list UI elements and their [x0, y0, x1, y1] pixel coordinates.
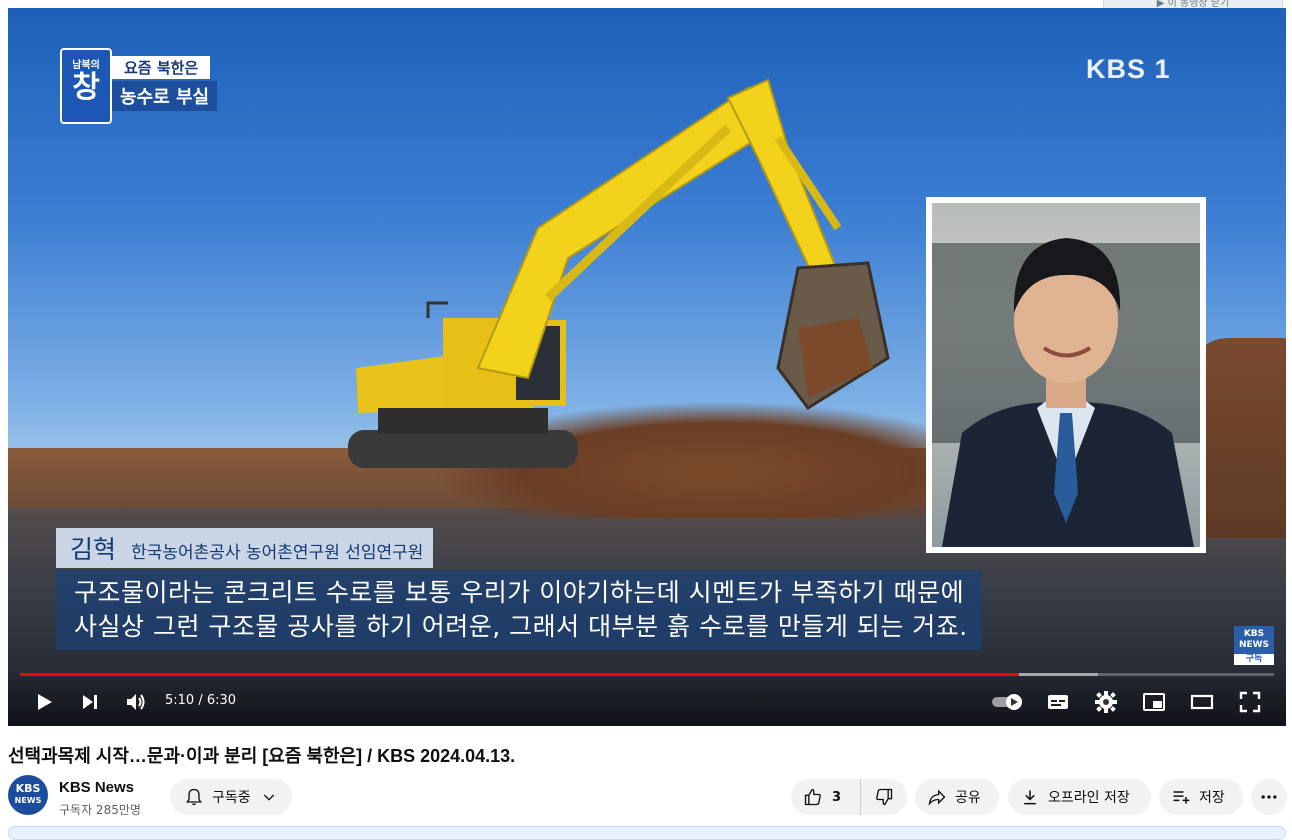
theater-icon[interactable] — [1190, 690, 1214, 714]
kbs-news-watermark: KBS NEWS 구독 — [1234, 626, 1274, 665]
lower-third: 김혁 한국농어촌공사 농어촌연구원 선임연구원 구조물이라는 콘크리트 수로를 … — [56, 528, 1226, 650]
subscribe-label: 구독중 — [212, 790, 251, 806]
chevron-down-icon — [263, 794, 274, 801]
thumbs-up-icon — [804, 788, 821, 806]
caption-box: 구조물이라는 콘크리트 수로를 보통 우리가 이야기하는데 시멘트가 부족하기 … — [56, 570, 982, 650]
more-actions-button[interactable] — [1251, 779, 1287, 815]
download-icon — [1024, 790, 1036, 805]
caption-line-1: 구조물이라는 콘크리트 수로를 보통 우리가 이야기하는데 시멘트가 부족하기 … — [74, 578, 965, 607]
play-icon[interactable] — [32, 690, 56, 714]
interviewee-name: 김혁 — [70, 535, 117, 564]
bell-icon — [186, 788, 202, 806]
video-title: 선택과목제 시작…문과·이과 분리 [요즘 북한은] / KBS 2024.04… — [8, 746, 516, 766]
watermark-subscribe: 구독 — [1234, 654, 1274, 665]
interviewee-title: 한국농어촌공사 농어촌연구원 선임연구원 — [131, 543, 424, 563]
autoplay-toggle-icon[interactable] — [990, 690, 1026, 714]
program-logo-main-text: 창 — [72, 70, 100, 105]
progress-bar[interactable] — [20, 673, 1274, 676]
watermark-mid: NEWS — [1238, 640, 1270, 650]
excavator-illustration — [348, 78, 890, 468]
channel-name[interactable]: KBS News — [59, 779, 134, 796]
miniplayer-icon[interactable] — [1142, 690, 1166, 714]
settings-icon[interactable] — [1094, 690, 1118, 714]
interviewee-photo — [932, 203, 1200, 547]
save-label: 저장 — [1199, 790, 1225, 806]
interviewee-name-bar: 김혁 한국농어촌공사 농어촌연구원 선임연구원 — [56, 528, 434, 568]
subtitles-icon[interactable] — [1046, 690, 1070, 714]
video-frame: 남북의 창 요즘 북한은 농수로 부실 KBS 1 김혁 한국농어촌공사 농어촌… — [8, 8, 1286, 726]
program-tag-line2: 농수로 부실 — [112, 81, 218, 111]
description-box-edge[interactable] — [8, 826, 1286, 840]
like-dislike-group: 3 — [791, 779, 907, 815]
subscribe-button[interactable]: 구독중 — [170, 779, 292, 815]
progress-played — [20, 673, 1020, 676]
time-display: 5:10 / 6:30 — [165, 693, 237, 708]
subscriber-count: 구독자 285만명 — [59, 803, 141, 817]
fullscreen-icon[interactable] — [1238, 690, 1262, 714]
dislike-button[interactable] — [861, 779, 907, 815]
watermark-top: KBS — [1243, 629, 1265, 639]
thumbs-down-icon — [876, 788, 893, 806]
like-button[interactable]: 3 — [791, 779, 861, 815]
next-icon[interactable] — [78, 690, 102, 714]
download-button[interactable]: 오프라인 저장 — [1008, 779, 1151, 815]
share-icon — [928, 789, 946, 806]
broadcaster-logo: KBS 1 — [1086, 54, 1171, 84]
interviewee-photo-frame — [926, 197, 1206, 553]
video-player[interactable]: 남북의 창 요즘 북한은 농수로 부실 KBS 1 김혁 한국농어촌공사 농어촌… — [8, 8, 1286, 726]
share-button[interactable]: 공유 — [915, 779, 999, 815]
avatar-line2: NEWS — [14, 796, 42, 805]
top-bar: ▶︎ 이 동영상 닫기 — [0, 0, 1292, 12]
avatar-line1: KBS — [15, 782, 41, 795]
volume-icon[interactable] — [124, 690, 148, 714]
program-tag: 요즘 북한은 농수로 부실 — [112, 56, 218, 111]
program-tag-line1: 요즘 북한은 — [112, 56, 211, 79]
more-horizontal-icon — [1261, 795, 1277, 799]
share-label: 공유 — [955, 790, 981, 806]
player-controls: 5:10 / 6:30 — [8, 666, 1286, 726]
save-button[interactable]: 저장 — [1159, 779, 1243, 815]
caption-line-2: 사실상 그런 구조물 공사를 하기 어려운, 그래서 대부분 흙 수로를 만들게… — [74, 612, 968, 641]
playlist-add-icon — [1173, 791, 1190, 804]
like-count: 3 — [832, 789, 842, 805]
program-logo: 남북의 창 — [60, 48, 112, 124]
channel-avatar[interactable]: KBS NEWS — [8, 775, 48, 815]
download-label: 오프라인 저장 — [1048, 790, 1130, 806]
program-logo-top-text: 남북의 — [72, 60, 100, 71]
